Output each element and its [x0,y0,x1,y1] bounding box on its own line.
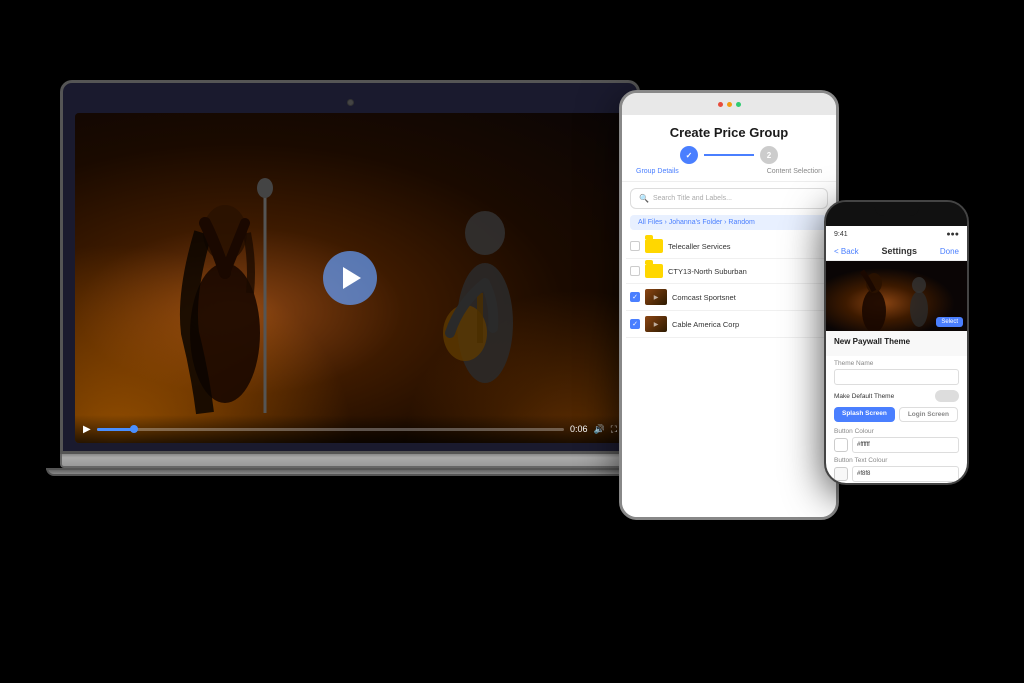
button-text-color-row: #f8f8 [834,466,959,482]
file-checkbox-3[interactable] [630,292,640,302]
tablet-content: Create Price Group ✓ 2 Group Details Con… [622,115,836,517]
step-1-label: Group Details [636,168,679,175]
file-name-2: CTY13-North Suburban [668,267,828,276]
phone-header-title: Settings [882,246,918,256]
laptop-foot [46,468,655,476]
play-button[interactable] [323,251,377,305]
play-icon [343,267,361,289]
file-name-3: Comcast Sportsnet [672,293,828,302]
step-labels: Group Details Content Selection [634,168,824,175]
fullscreen-icon[interactable]: ⛶ [611,424,617,435]
progress-fill [97,428,134,431]
phone-video-overlay: Select [936,317,963,327]
file-item[interactable]: ▶ Comcast Sportsnet [626,284,832,311]
theme-name-label: Theme Name [834,360,959,367]
button-color-swatch[interactable] [834,438,848,452]
phone-status-bar: 9:41 ●●● [826,226,967,242]
laptop-screen: ▶ 0:06 🔊 ⛶ [75,113,625,443]
search-placeholder-text: Search Title and Labels... [653,195,732,202]
progress-dot [130,425,138,433]
folder-breadcrumb[interactable]: All Files › Johanna's Folder › Random [630,215,828,230]
volume-icon[interactable]: 🔊 [593,424,604,435]
button-text-color-label: Button Text Colour [834,457,959,464]
laptop: ▶ 0:06 🔊 ⛶ [60,80,640,476]
laptop-base [60,454,640,468]
phone-header: < Back Settings Done [826,242,967,261]
phone-form: Theme Name Make Default Theme Splash Scr… [826,356,967,483]
laptop-screen-outer: ▶ 0:06 🔊 ⛶ [60,80,640,454]
tablet-dot-yellow [727,102,732,107]
tablet: Create Price Group ✓ 2 Group Details Con… [619,90,839,520]
button-color-input[interactable]: #ffffff [852,437,959,453]
time-display: 0:06 [570,424,588,434]
singer-figure [135,133,335,423]
login-screen-tab[interactable]: Login Screen [899,407,958,422]
phone-screen: 9:41 ●●● < Back Settings Done [826,226,967,483]
file-name-1: Telecaller Services [668,242,828,251]
progress-bar[interactable] [97,428,564,431]
phone-notch-cutout [874,202,919,216]
video-thumb-3: ▶ [645,289,667,305]
step-1-circle: ✓ [680,146,698,164]
tablet-dot-red [718,102,723,107]
theme-name-input[interactable] [834,369,959,385]
file-checkbox-4[interactable] [630,319,640,329]
file-checkbox-1[interactable] [630,241,640,251]
file-item[interactable]: CTY13-North Suburban [626,259,832,284]
tablet-dot-green [736,102,741,107]
phone-paywall-section: New Paywall Theme [826,331,967,356]
step-line [704,154,754,156]
file-item[interactable]: ▶ Cable America Corp [626,311,832,338]
phone-signal: ●●● [946,231,959,238]
step-2-circle: 2 [760,146,778,164]
file-checkbox-2[interactable] [630,266,640,276]
laptop-notch-bar [75,95,625,109]
tablet-app-header: Create Price Group ✓ 2 Group Details Con… [622,115,836,182]
file-list: Telecaller Services CTY13-North Suburban… [622,234,836,338]
step-2-label: Content Selection [767,168,822,175]
button-color-row: #ffffff [834,437,959,453]
control-play-icon[interactable]: ▶ [83,424,91,435]
tablet-search-bar[interactable]: 🔍 Search Title and Labels... [630,188,828,209]
search-icon: 🔍 [639,194,649,203]
phone-back-button[interactable]: < Back [834,247,859,256]
guitarist-figure [405,163,565,423]
phone-done-button[interactable]: Done [940,247,959,256]
scene: ▶ 0:06 🔊 ⛶ [0,0,1024,683]
phone-notch [826,202,967,226]
tablet-app-title: Create Price Group [634,125,824,140]
splash-screen-tab[interactable]: Splash Screen [834,407,895,422]
button-color-label: Button Colour [834,428,959,435]
folder-icon-2 [645,264,663,278]
file-name-4: Cable America Corp [672,320,828,329]
concert-background: ▶ 0:06 🔊 ⛶ [75,113,625,443]
button-text-color-swatch[interactable] [834,467,848,481]
tablet-header [622,93,836,115]
default-theme-toggle-row: Make Default Theme [834,390,959,402]
steps-bar: ✓ 2 [634,146,824,164]
default-theme-toggle[interactable] [935,390,959,402]
phone: 9:41 ●●● < Back Settings Done [824,200,969,485]
phone-tabs-row: Splash Screen Login Screen [834,407,959,422]
video-thumb-4: ▶ [645,316,667,332]
file-item[interactable]: Telecaller Services [626,234,832,259]
button-text-color-input[interactable]: #f8f8 [852,466,959,482]
video-controls: ▶ 0:06 🔊 ⛶ [75,415,625,443]
default-theme-label: Make Default Theme [834,393,894,400]
folder-icon-1 [645,239,663,253]
phone-video-thumbnail: Select [826,261,967,331]
phone-section-title: New Paywall Theme [834,337,959,346]
phone-time: 9:41 [834,231,848,238]
laptop-camera [347,99,354,106]
